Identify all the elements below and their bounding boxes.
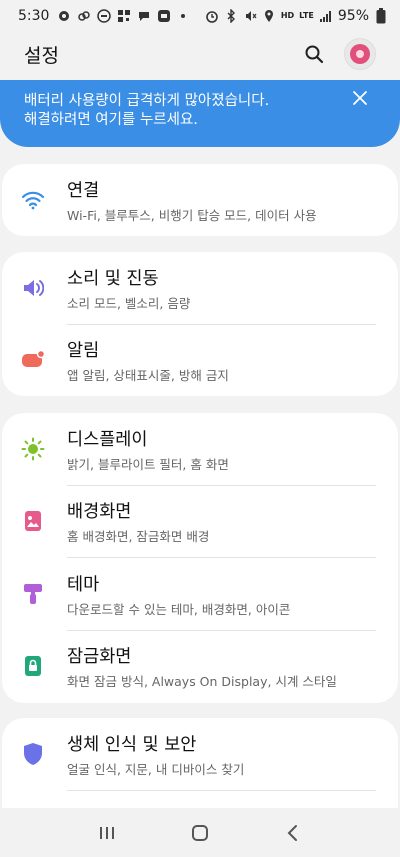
page-title: 설정 <box>24 44 59 67</box>
settings-item-title: 알림 <box>67 341 100 361</box>
wallpaper-icon <box>20 508 46 534</box>
navigation-bar <box>0 808 400 857</box>
home-button[interactable] <box>180 818 220 848</box>
settings-item-title: 연결 <box>67 181 100 201</box>
settings-item-connections[interactable]: 연결 Wi-Fi, 블루투스, 비행기 탑승 모드, 데이터 사용 <box>2 164 398 236</box>
settings-group-connections: 연결 Wi-Fi, 블루투스, 비행기 탑승 모드, 데이터 사용 <box>2 164 398 236</box>
recent-apps-button[interactable] <box>87 818 127 848</box>
settings-item-title: 테마 <box>67 575 100 595</box>
search-icon[interactable] <box>304 44 324 64</box>
status-bar: 5:30 HD LTE 95% <box>0 0 400 32</box>
battery-icon <box>374 8 388 24</box>
banner-line-1: 배터리 사용량이 급격하게 많아졌습니다. <box>24 93 270 109</box>
settings-gear-status-icon <box>57 9 71 23</box>
settings-item-wallpaper[interactable]: 배경화면 홈 배경화면, 잠금화면 배경 <box>2 485 398 557</box>
settings-item-subtitle: Wi-Fi, 블루투스, 비행기 탑승 모드, 데이터 사용 <box>67 208 317 223</box>
header-actions <box>304 38 376 70</box>
settings-item-subtitle: 소리 모드, 벨소리, 음량 <box>67 296 191 311</box>
battery-percentage: 95% <box>337 8 369 24</box>
back-button[interactable] <box>273 818 313 848</box>
settings-item-display[interactable]: 디스플레이 밝기, 블루라이트 필터, 홈 화면 <box>2 413 398 485</box>
mute-icon <box>243 9 257 23</box>
settings-item-subtitle: 다운로드할 수 있는 테마, 배경화면, 아이콘 <box>67 602 291 617</box>
app-header: 설정 <box>0 32 400 76</box>
brightness-icon <box>20 436 46 462</box>
settings-item-title: 잠금화면 <box>67 647 132 667</box>
banner-line-2: 해결하려면 여기를 누르세요. <box>24 112 198 128</box>
notification-icon <box>20 347 46 373</box>
theme-brush-icon <box>20 581 46 607</box>
settings-group-display: 디스플레이 밝기, 블루라이트 필터, 홈 화면 배경화면 홈 배경화면, 잠금… <box>2 413 398 703</box>
status-time: 5:30 <box>18 8 50 24</box>
avatar-image <box>350 44 370 64</box>
settings-item-subtitle: 화면 잠금 방식, Always On Display, 시계 스타일 <box>67 674 337 689</box>
bluetooth-icon <box>224 9 238 23</box>
settings-item-lock-screen[interactable]: 잠금화면 화면 잠금 방식, Always On Display, 시계 스타일 <box>2 630 398 702</box>
location-icon <box>262 9 276 23</box>
wifi-icon <box>20 187 46 213</box>
settings-item-title: 소리 및 진동 <box>67 269 159 289</box>
shield-icon <box>20 741 46 767</box>
profile-avatar[interactable] <box>344 38 376 70</box>
alarm-icon <box>205 9 219 23</box>
settings-item-biometrics-security[interactable]: 생체 인식 및 보안 얼굴 인식, 지문, 내 디바이스 찾기 <box>2 718 398 790</box>
volume-icon <box>20 275 46 301</box>
signal-strength-icon <box>319 9 333 23</box>
messenger-status-icon <box>97 9 112 23</box>
settings-item-subtitle: 밝기, 블루라이트 필터, 홈 화면 <box>67 457 229 472</box>
settings-item-subtitle: 얼굴 인식, 지문, 내 디바이스 찾기 <box>67 762 245 777</box>
settings-item-title: 배경화면 <box>67 502 132 522</box>
settings-item-themes[interactable]: 테마 다운로드할 수 있는 테마, 배경화면, 아이콘 <box>2 558 398 630</box>
settings-group-sound: 소리 및 진동 소리 모드, 벨소리, 음량 알림 앱 알림, 상태표시줄, 방… <box>2 252 398 396</box>
status-right: HD LTE 95% <box>205 8 388 24</box>
settings-item-subtitle: 홈 배경화면, 잠금화면 배경 <box>67 529 210 544</box>
more-notifications-dot <box>181 14 186 18</box>
divider <box>67 790 376 791</box>
settings-item-title: 생체 인식 및 보안 <box>67 735 197 755</box>
link-status-icon <box>77 9 91 23</box>
settings-item-subtitle: 앱 알림, 상태표시줄, 방해 금지 <box>67 368 229 383</box>
lock-screen-icon <box>20 653 46 679</box>
lte-indicator: LTE <box>299 11 314 20</box>
status-left: 5:30 <box>18 8 186 24</box>
settings-item-title: 디스플레이 <box>67 430 148 450</box>
battery-warning-banner[interactable]: 배터리 사용량이 급격하게 많아졌습니다. 해결하려면 여기를 누르세요. <box>0 80 400 147</box>
settings-item-sound[interactable]: 소리 및 진동 소리 모드, 벨소리, 음량 <box>2 252 398 324</box>
close-icon[interactable] <box>352 90 368 106</box>
qr-status-icon <box>117 9 131 23</box>
hd-voice-indicator: HD <box>280 11 295 20</box>
settings-item-notifications[interactable]: 알림 앱 알림, 상태표시줄, 방해 금지 <box>2 324 398 396</box>
app-status-icon <box>157 9 171 23</box>
chat-status-icon <box>137 9 151 23</box>
